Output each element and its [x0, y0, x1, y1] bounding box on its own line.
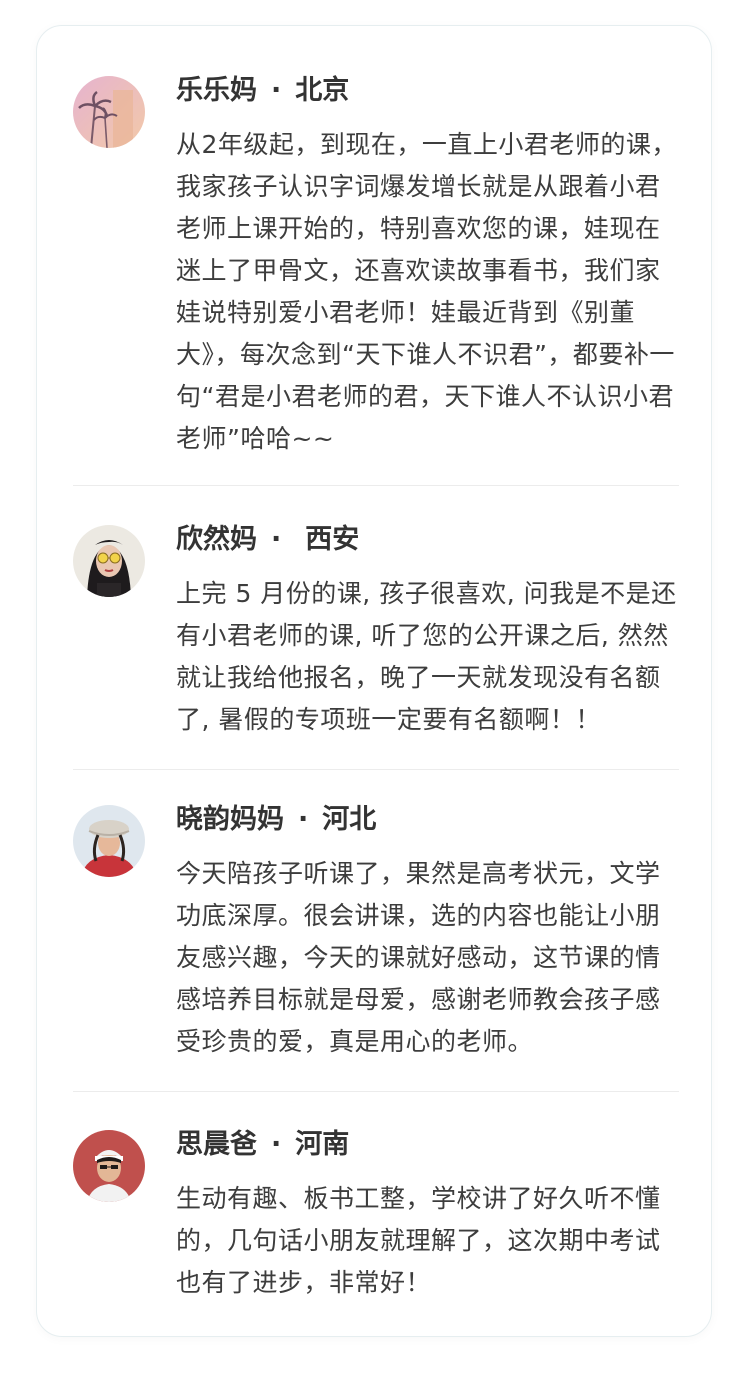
review-item: 欣然妈 · 西安 上完 5 月份的课, 孩子很喜欢, 问我是不是还有小君老师的课, … [73, 525, 679, 745]
review-item: 晓韵妈妈 · 河北 今天陪孩子听课了，果然是高考状元，文学功底深厚。很会讲课，选的内… [73, 805, 679, 1075]
avatar-woman-sunglasses-image [73, 525, 145, 597]
reviewer-name-line: 思晨爸 · 河南 [176, 1130, 349, 1160]
review-item: 思晨爸 · 河南 生动有趣、板书工整，学校讲了好久听不懂的，几句话小朋友就理解了，这… [73, 1130, 679, 1300]
avatar [73, 525, 145, 597]
reviewer-location: 西安 [305, 524, 360, 555]
review-text: 从2年级起，到现在，一直上小君老师的课，我家孩子认识字词爆发增长就是从跟着小君老… [176, 130, 677, 453]
divider [73, 485, 679, 486]
reviewer-name: 思晨爸 [176, 1129, 257, 1160]
reviewer-name-line: 晓韵妈妈 · 河北 [176, 805, 376, 835]
avatar-palm-trees-image [73, 76, 145, 148]
reviewer-name: 欣然妈 [176, 524, 257, 555]
divider [73, 1091, 679, 1092]
reviewer-location: 北京 [295, 75, 350, 106]
divider [73, 769, 679, 770]
reviewer-name-line: 欣然妈 · 西安 [176, 525, 359, 555]
avatar [73, 805, 145, 877]
reviewer-location: 河南 [295, 1129, 350, 1160]
name-separator: · [271, 75, 282, 106]
review-text: 今天陪孩子听课了，果然是高考状元，文学功底深厚。很会讲课，选的内容也能让小朋友感… [176, 859, 661, 1056]
reviewer-name-line: 乐乐妈 · 北京 [176, 76, 349, 106]
name-separator: · [271, 1129, 282, 1160]
reviewer-name: 晓韵妈妈 [176, 804, 284, 835]
reviews-card: 乐乐妈 · 北京 从2年级起，到现在，一直上小君老师的课，我家孩子认识字词爆发增长就… [36, 25, 712, 1337]
avatar [73, 1130, 145, 1202]
avatar-man-cap-image [73, 1130, 145, 1202]
reviewer-name: 乐乐妈 [176, 75, 257, 106]
name-separator: · [271, 524, 282, 555]
review-item: 乐乐妈 · 北京 从2年级起，到现在，一直上小君老师的课，我家孩子认识字词爆发增长就… [73, 76, 679, 456]
reviewer-location: 河北 [322, 804, 377, 835]
review-text: 上完 5 月份的课, 孩子很喜欢, 问我是不是还有小君老师的课, 听了您的公开课… [176, 579, 677, 734]
avatar [73, 76, 145, 148]
review-text: 生动有趣、板书工整，学校讲了好久听不懂的，几句话小朋友就理解了，这次期中考试也有… [176, 1184, 661, 1297]
avatar-girl-beret-image [73, 805, 145, 877]
name-separator: · [298, 804, 309, 835]
